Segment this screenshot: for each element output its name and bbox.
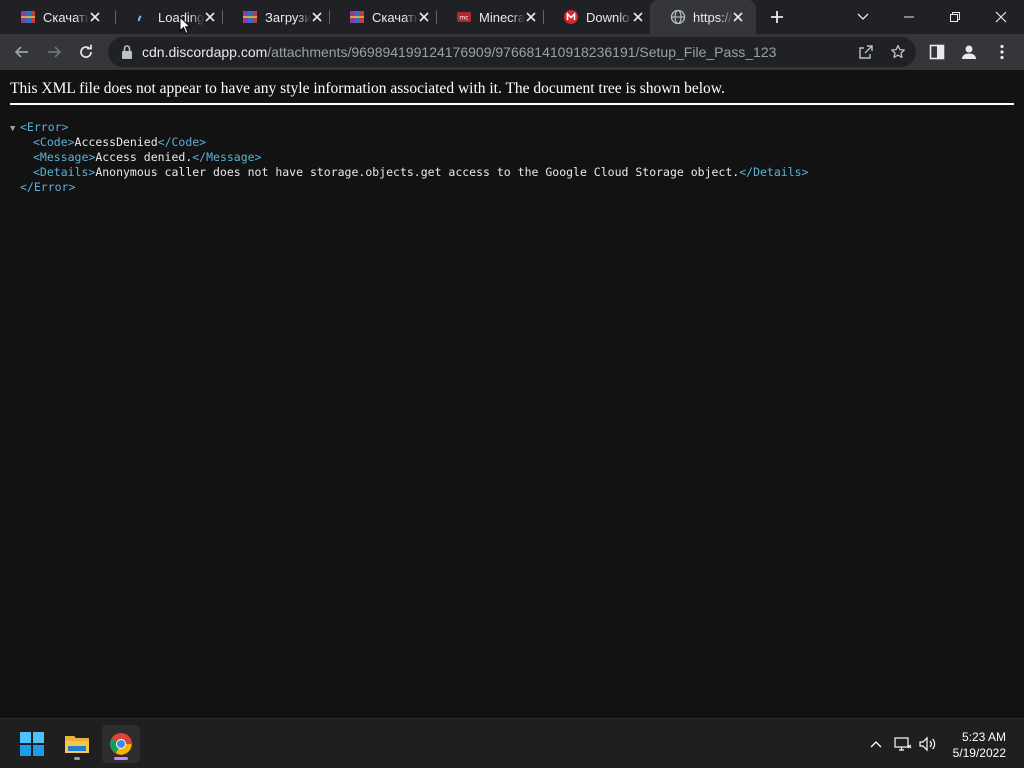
side-panel-button[interactable] (926, 41, 948, 63)
xml-code-line: <Code>AccessDenied</Code> (10, 135, 808, 150)
tab-title: https:// (693, 9, 733, 25)
xml-tag: <Message> (33, 150, 96, 164)
xml-tree: ▼ <Error> <Code>AccessDenied</Code> <Mess… (10, 120, 808, 195)
tab-title: Minecra (479, 9, 525, 25)
arrow-left-icon (14, 46, 28, 58)
chrome-taskbar-button[interactable] (102, 725, 140, 763)
globe-icon (670, 9, 686, 25)
xml-tag: </Error> (20, 180, 76, 194)
xml-details-line: <Details>Anonymous caller does not have … (10, 165, 808, 180)
tab-2[interactable]: Загрузи (222, 0, 329, 34)
network-icon (894, 737, 912, 751)
network-button[interactable] (893, 734, 913, 754)
side-panel-icon (929, 44, 945, 60)
mega-icon (563, 9, 579, 25)
loading-spinner-icon (135, 9, 151, 25)
xml-code-value: AccessDenied (74, 135, 158, 149)
xml-root-close-line: </Error> (10, 180, 808, 195)
tab-strip: Скачать Loading Загрузи Скачать mc Minec… (0, 0, 1024, 34)
bookmark-star-icon[interactable] (888, 42, 908, 62)
windows-start-icon (20, 732, 44, 756)
minimize-icon (904, 16, 914, 18)
close-window-button[interactable] (978, 0, 1024, 34)
xml-tag: <Code> (33, 135, 75, 149)
xml-message-value: Access denied. (95, 150, 193, 164)
new-tab-button[interactable] (766, 7, 788, 27)
tab-search-button[interactable] (840, 0, 886, 34)
clock-date: 5/19/2022 (952, 746, 1006, 760)
chevron-down-icon (857, 13, 869, 20)
url-text: cdn.discordapp.com/attachments/969894199… (142, 44, 776, 60)
tab-5[interactable]: Downlo (543, 0, 650, 34)
address-bar[interactable]: cdn.discordapp.com/attachments/969894199… (108, 37, 916, 67)
close-tab-icon[interactable] (309, 9, 325, 25)
tab-4[interactable]: mc Minecra (436, 0, 543, 34)
clock-time: 5:23 AM (961, 730, 1006, 744)
close-tab-icon[interactable] (523, 9, 539, 25)
xml-tag: </Code> (157, 135, 207, 149)
back-button[interactable] (8, 38, 36, 66)
lock-icon[interactable] (120, 44, 134, 60)
tab-title: Загрузи (265, 9, 311, 25)
kebab-menu-icon (1000, 44, 1004, 60)
winrar-icon (349, 9, 365, 25)
speaker-icon (919, 736, 936, 752)
svg-text:mc: mc (459, 15, 468, 22)
minecraft-icon: mc (456, 9, 472, 25)
tab-3[interactable]: Скачать (329, 0, 436, 34)
winrar-icon (242, 9, 258, 25)
xml-tag: </Message> (192, 150, 262, 164)
tab-title: Downlo (586, 9, 630, 25)
restore-icon (950, 12, 960, 22)
xml-details-value: Anonymous caller does not have storage.o… (95, 165, 740, 179)
reload-icon (80, 44, 92, 58)
close-tab-icon[interactable] (416, 9, 432, 25)
show-hidden-icons-button[interactable] (866, 734, 886, 754)
url-path: /attachments/969894199124176909/97668141… (267, 44, 777, 60)
share-icon[interactable] (856, 42, 876, 62)
close-tab-icon[interactable] (630, 9, 646, 25)
tab-1[interactable]: Loading (115, 0, 222, 34)
winrar-icon (20, 9, 36, 25)
chevron-up-icon (870, 741, 882, 748)
menu-button[interactable] (991, 41, 1013, 63)
profile-icon (962, 45, 976, 59)
url-host: cdn.discordapp.com (142, 44, 268, 60)
close-icon (995, 11, 1007, 23)
taskbar-clock[interactable]: 5:23 AM 5/19/2022 (953, 729, 1006, 761)
close-tab-icon[interactable] (87, 9, 103, 25)
chrome-icon (110, 733, 132, 755)
arrow-right-icon (48, 46, 62, 58)
tab-6-active[interactable]: https:// (650, 0, 756, 34)
tab-title: Скачать (43, 9, 89, 25)
tab-title: Скачать (372, 9, 418, 25)
mouse-cursor-icon (179, 16, 191, 35)
forward-button[interactable] (40, 38, 68, 66)
restore-button[interactable] (932, 0, 978, 34)
browser-toolbar: cdn.discordapp.com/attachments/969894199… (0, 34, 1024, 70)
start-button[interactable] (13, 725, 51, 763)
xml-message-line: <Message>Access denied.</Message> (10, 150, 808, 165)
xml-root-open-line: ▼ <Error> (10, 120, 808, 135)
taskbar: 5:23 AM 5/19/2022 (0, 718, 1024, 768)
active-app-indicator (114, 757, 128, 760)
xml-tag: </Details> (739, 165, 809, 179)
profile-button[interactable] (958, 41, 980, 63)
file-explorer-button[interactable] (58, 725, 96, 763)
close-tab-icon[interactable] (730, 9, 746, 25)
close-tab-icon[interactable] (202, 9, 218, 25)
tab-0[interactable]: Скачать (0, 0, 107, 34)
notice-divider (10, 103, 1014, 105)
minimize-button[interactable] (886, 0, 932, 34)
volume-button[interactable] (918, 734, 938, 754)
plus-icon (771, 11, 783, 23)
running-indicator (74, 757, 80, 760)
file-explorer-icon (65, 736, 89, 753)
reload-button[interactable] (72, 38, 100, 66)
collapse-triangle-icon[interactable]: ▼ (10, 122, 20, 137)
page-content: This XML file does not appear to have an… (0, 70, 1024, 718)
xml-tag: <Error> (20, 120, 69, 134)
xml-style-notice: This XML file does not appear to have an… (10, 80, 725, 97)
xml-tag: <Details> (33, 165, 96, 179)
